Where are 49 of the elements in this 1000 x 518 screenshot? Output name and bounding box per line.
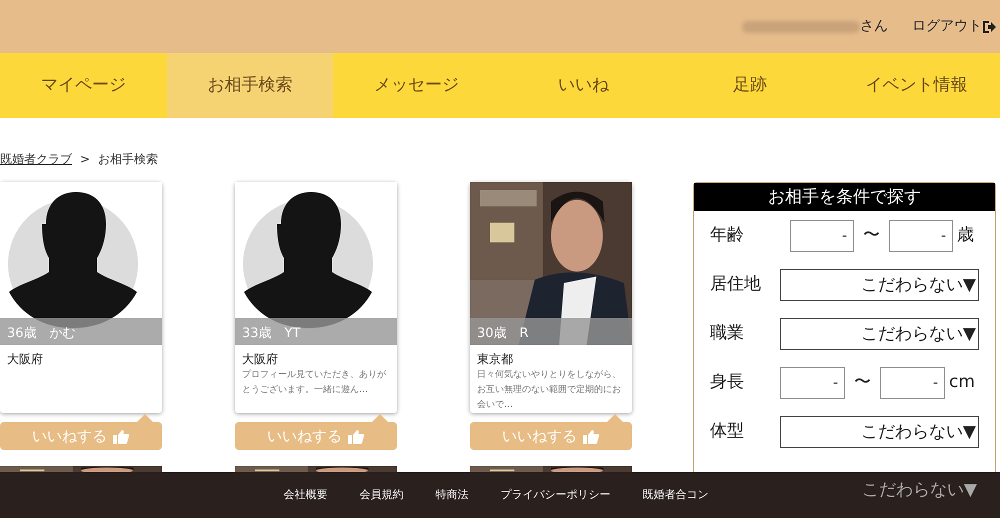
input-field[interactable]: -	[880, 366, 945, 398]
profile-comment: 日々何気ないやりとりをしながら、お互い無理のない範囲で定期的にお会いで…	[477, 369, 622, 412]
select-field[interactable]: こだわらない▼	[780, 318, 979, 350]
field-label: 身長	[710, 370, 745, 394]
input-field[interactable]: -	[780, 366, 845, 398]
unit-label: cm	[949, 370, 975, 394]
greeting-text: さん	[860, 17, 888, 36]
breadcrumb-current: お相手検索	[98, 151, 158, 168]
footer-link[interactable]: プライバシーポリシー	[500, 486, 610, 504]
nav-tab[interactable]: お相手検索	[166, 53, 334, 118]
nav-tab[interactable]: イベント情報	[833, 53, 1000, 118]
footer-link[interactable]: 特商法	[436, 486, 468, 504]
range-separator: 〜	[863, 224, 880, 247]
logout-link[interactable]: ログアウト	[912, 16, 996, 37]
footer-link[interactable]: 会社概要	[284, 486, 328, 504]
nav-tab[interactable]: 足跡	[666, 53, 834, 118]
profile-comment: プロフィール見ていただき、ありがとうございます。一緒に遊ん…	[242, 368, 387, 397]
breadcrumb-separator: >	[80, 151, 90, 168]
thumbs-up-icon	[583, 428, 600, 444]
field-label: 体型	[710, 420, 745, 443]
select-field[interactable]: こだわらない▼	[780, 416, 979, 448]
thumbs-up-icon	[113, 428, 130, 444]
unit-label: 歳	[957, 224, 974, 247]
panel-title: お相手を条件で探す	[694, 183, 995, 211]
select-value[interactable]: こだわらない▼	[780, 478, 979, 504]
range-separator: 〜	[854, 370, 871, 394]
profile-card[interactable]: 30歳 R 東京都 日々何気ないやりとりをしながら、お互い無理のない範囲で定期的にお会いで…	[470, 182, 632, 413]
footer-link[interactable]: 会員規約	[360, 486, 404, 504]
field-label: 年齢	[710, 224, 745, 247]
profile-card[interactable]: 33歳 YT 大阪府 プロフィール見ていただき、ありがとうございます。一緒に遊ん…	[235, 182, 397, 413]
breadcrumb-link[interactable]: 既婚者クラブ	[0, 150, 72, 182]
nav-tab[interactable]: メッセージ	[333, 53, 500, 118]
select-field[interactable]: こだわらない▼	[780, 268, 979, 300]
nav-tab[interactable]: いいね	[500, 53, 667, 118]
footer-link[interactable]: 既婚者合コン	[642, 486, 708, 504]
input-field[interactable]: -	[790, 220, 854, 252]
nav-tab[interactable]: マイページ	[0, 53, 167, 118]
field-label: 居住地	[710, 272, 762, 296]
profile-card[interactable]: 36歳 かむ 大阪府	[0, 182, 162, 413]
profile-location: 東京都	[477, 351, 514, 368]
profile-caption: 30歳 R	[470, 318, 632, 345]
profile-caption: 36歳 かむ	[0, 318, 162, 345]
logout-icon	[982, 20, 996, 34]
thumbs-up-icon	[348, 428, 365, 444]
profile-location: 大阪府	[242, 351, 279, 368]
profile-location: 大阪府	[7, 351, 44, 368]
input-field[interactable]: -	[889, 220, 953, 252]
field-label: 職業	[710, 322, 745, 345]
profile-caption: 33歳 YT	[235, 318, 397, 345]
